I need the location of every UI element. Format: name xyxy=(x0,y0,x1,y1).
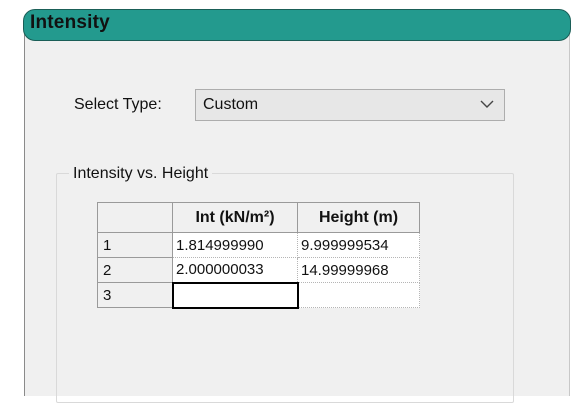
select-type-label: Select Type: xyxy=(74,96,162,113)
chevron-down-icon xyxy=(480,100,494,108)
column-header-height[interactable]: Height (m) xyxy=(297,202,420,233)
row-header[interactable]: 1 xyxy=(97,232,173,258)
table-row: 3 xyxy=(97,281,420,309)
height-cell[interactable]: 9.999999534 xyxy=(297,232,420,258)
table-row: 1 1.814999990 9.999999534 xyxy=(97,232,420,258)
groupbox-title: Intensity vs. Height xyxy=(69,165,213,183)
grid-corner-cell[interactable] xyxy=(97,202,173,233)
int-cell[interactable]: 1.814999990 xyxy=(172,232,298,258)
intensity-height-grid: Int (kN/m²) Height (m) 1 1.814999990 9.9… xyxy=(97,202,420,309)
row-header[interactable]: 3 xyxy=(97,282,173,308)
select-type-dropdown[interactable]: Custom xyxy=(195,89,505,121)
table-row: 2 2.000000033 14.99999968 xyxy=(97,257,420,283)
int-cell[interactable]: 2.000000033 xyxy=(172,257,298,283)
int-cell-active[interactable] xyxy=(171,281,299,309)
height-cell[interactable] xyxy=(297,282,420,308)
column-header-int[interactable]: Int (kN/m²) xyxy=(172,202,298,233)
select-type-value: Custom xyxy=(203,96,259,113)
height-cell[interactable]: 14.99999968 xyxy=(297,257,420,283)
row-header[interactable]: 2 xyxy=(97,257,173,283)
section-title: Intensity xyxy=(30,12,110,33)
